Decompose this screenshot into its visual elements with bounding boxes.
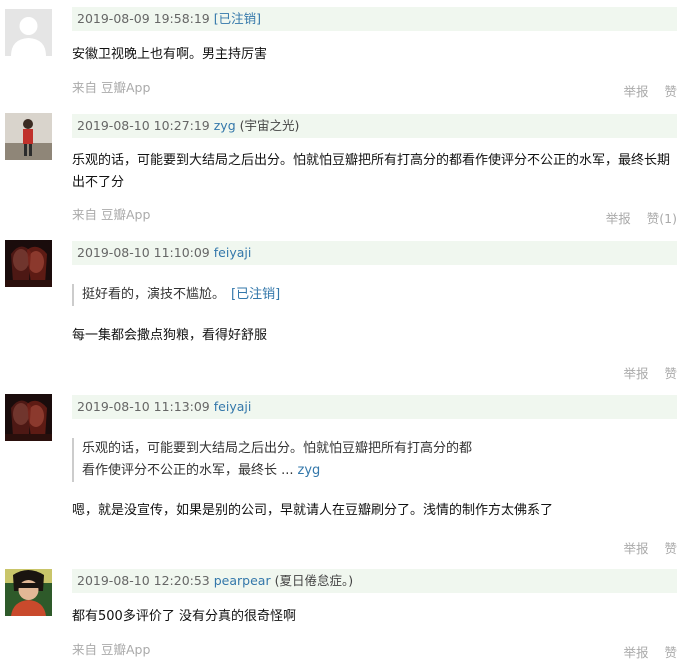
user-photo-icon [5,113,52,160]
report-button[interactable]: 举报 [606,211,631,226]
like-button[interactable]: 赞 [664,645,677,660]
default-avatar-icon [5,9,52,56]
report-button[interactable]: 举报 [623,84,648,99]
comment-header: 2019-08-10 11:10:09 feiyaji [72,241,677,265]
comment-header: 2019-08-10 10:27:19 zyg (宇宙之光) [72,114,677,138]
comment-actions: 举报 赞 [611,81,677,100]
comment-text: 安徽卫视晚上也有啊。男主持厉害 [72,47,268,62]
like-button[interactable]: 赞 [664,84,677,99]
comment-source: 来自 豆瓣App [72,207,151,222]
quoted-text-line: 乐观的话，可能要到大结局之后出分。怕就怕豆瓣把所有打高分的都 [82,441,473,456]
comment-text: 乐观的话，可能要到大结局之后出分。怕就怕豆瓣把所有打高分的都看作使评分不公正的水… [72,153,671,190]
avatar[interactable] [5,240,52,287]
comment-actions: 举报 赞 [611,642,677,661]
comment-time: 2019-08-10 11:13:09 [77,399,210,414]
quoted-text-line: 看作使评分不公正的水军，最终长 ... [82,463,294,478]
comment-header: 2019-08-10 12:20:53 pearpear (夏日倦怠症。) [72,569,677,593]
comment-author-link[interactable]: [已注销] [214,11,261,26]
quoted-author-link[interactable]: zyg [298,463,321,478]
quoted-reply: 乐观的话，可能要到大结局之后出分。怕就怕豆瓣把所有打高分的都 看作使评分不公正的… [72,438,572,482]
avatar[interactable] [5,113,52,160]
avatar[interactable] [5,9,52,56]
report-button[interactable]: 举报 [623,645,648,660]
comment-time: 2019-08-10 11:10:09 [77,245,210,260]
quoted-author-link[interactable]: [已注销] [231,287,280,302]
comment-author-link[interactable]: pearpear [214,573,271,588]
comment-time: 2019-08-09 19:58:19 [77,11,210,26]
like-button[interactable]: 赞(1) [647,211,677,226]
avatar[interactable] [5,394,52,441]
comment-actions: 举报 赞 [611,538,677,557]
like-button[interactable]: 赞 [664,541,677,556]
quoted-reply: 挺好看的，演技不尴尬。 [已注销] [72,284,572,306]
comment-source: 来自 豆瓣App [72,80,151,95]
comment-header: 2019-08-09 19:58:19 [已注销] [72,7,677,31]
comment-actions: 举报 赞(1) [594,208,677,227]
comment-text: 都有500多评价了 没有分真的很奇怪啊 [72,609,296,624]
comment-source: 来自 豆瓣App [72,642,151,657]
comment-author-nickname: (夏日倦怠症。) [274,573,354,588]
comment-time: 2019-08-10 10:27:19 [77,118,210,133]
user-photo-icon [5,394,52,441]
quoted-text: 挺好看的，演技不尴尬。 [82,287,226,302]
user-photo-icon [5,240,52,287]
comment-author-nickname: (宇宙之光) [239,118,300,133]
comment-header: 2019-08-10 11:13:09 feiyaji [72,395,677,419]
comment-text: 嗯，就是没宣传，如果是别的公司，早就请人在豆瓣刷分了。浅情的制作方太佛系了 [72,503,554,518]
comment-text: 每一集都会撒点狗粮，看得好舒服 [72,328,268,343]
report-button[interactable]: 举报 [623,366,648,381]
user-photo-icon [5,569,52,616]
comment-actions: 举报 赞 [611,363,677,382]
avatar[interactable] [5,569,52,616]
report-button[interactable]: 举报 [623,541,648,556]
comment-author-link[interactable]: feiyaji [214,245,252,260]
comment-author-link[interactable]: feiyaji [214,399,252,414]
like-button[interactable]: 赞 [664,366,677,381]
comment-time: 2019-08-10 12:20:53 [77,573,210,588]
comment-author-link[interactable]: zyg [214,118,236,133]
